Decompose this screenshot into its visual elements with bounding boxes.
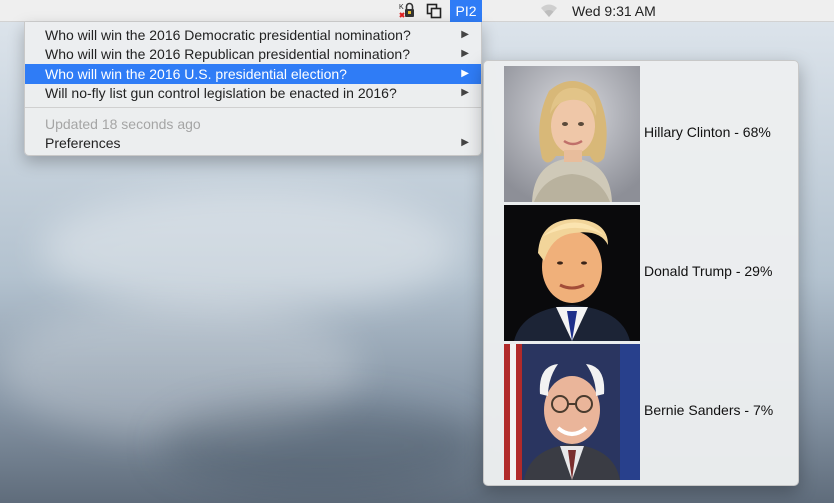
candidate-photo-clinton <box>504 66 640 202</box>
desktop-cloud <box>40 190 460 310</box>
candidate-label: Bernie Sanders - 7% <box>644 402 774 418</box>
submenu-arrow-icon: ▶ <box>461 48 469 59</box>
menu-item-label: Who will win the 2016 Republican preside… <box>45 46 410 62</box>
keychain-lock-icon[interactable]: K <box>396 0 420 22</box>
candidate-item-sanders[interactable]: Bernie Sanders - 7% <box>504 344 794 480</box>
menu-item-presidential-election[interactable]: Who will win the 2016 U.S. presidential … <box>25 64 481 84</box>
menu-item-label: Preferences <box>45 135 121 151</box>
submenu-arrow-icon: ▶ <box>461 68 469 79</box>
menu-item-no-fly-legislation[interactable]: Will no-fly list gun control legislation… <box>25 83 481 103</box>
submenu-arrow-icon: ▶ <box>461 87 469 98</box>
window-switch-icon[interactable] <box>424 0 444 22</box>
submenu-arrow-icon: ▶ <box>461 29 469 40</box>
desktop-cloud <box>160 400 480 490</box>
candidate-item-trump[interactable]: Donald Trump - 29% <box>504 205 794 341</box>
pi2-dropdown-menu: Who will win the 2016 Democratic preside… <box>24 22 482 156</box>
menu-status-updated: Updated 18 seconds ago <box>45 116 201 132</box>
wifi-icon[interactable] <box>538 0 560 22</box>
menu-bar: K PI2 Wed 9:31 AM <box>0 0 834 22</box>
menu-item-label: Who will win the 2016 U.S. presidential … <box>45 66 347 82</box>
candidate-item-clinton[interactable]: Hillary Clinton - 68% <box>504 66 794 202</box>
menu-item-democratic-nomination[interactable]: Who will win the 2016 Democratic preside… <box>25 25 481 45</box>
candidate-label: Hillary Clinton - 68% <box>644 124 771 140</box>
menubar-clock[interactable]: Wed 9:31 AM <box>572 0 656 22</box>
svg-text:K: K <box>399 4 404 11</box>
candidate-photo-trump <box>504 205 640 341</box>
candidate-photo-sanders <box>504 344 640 480</box>
menu-item-preferences[interactable]: Preferences ▶ <box>25 133 481 153</box>
election-submenu: Hillary Clinton - 68% Donald Trump - 29% <box>483 60 799 486</box>
menu-separator <box>25 107 481 108</box>
menu-item-republican-nomination[interactable]: Who will win the 2016 Republican preside… <box>25 44 481 64</box>
candidate-label: Donald Trump - 29% <box>644 263 773 279</box>
menu-item-label: Will no-fly list gun control legislation… <box>45 85 397 101</box>
submenu-arrow-icon: ▶ <box>461 137 469 148</box>
pi2-menu-extra[interactable]: PI2 <box>450 0 482 22</box>
menu-item-label: Who will win the 2016 Democratic preside… <box>45 27 411 43</box>
